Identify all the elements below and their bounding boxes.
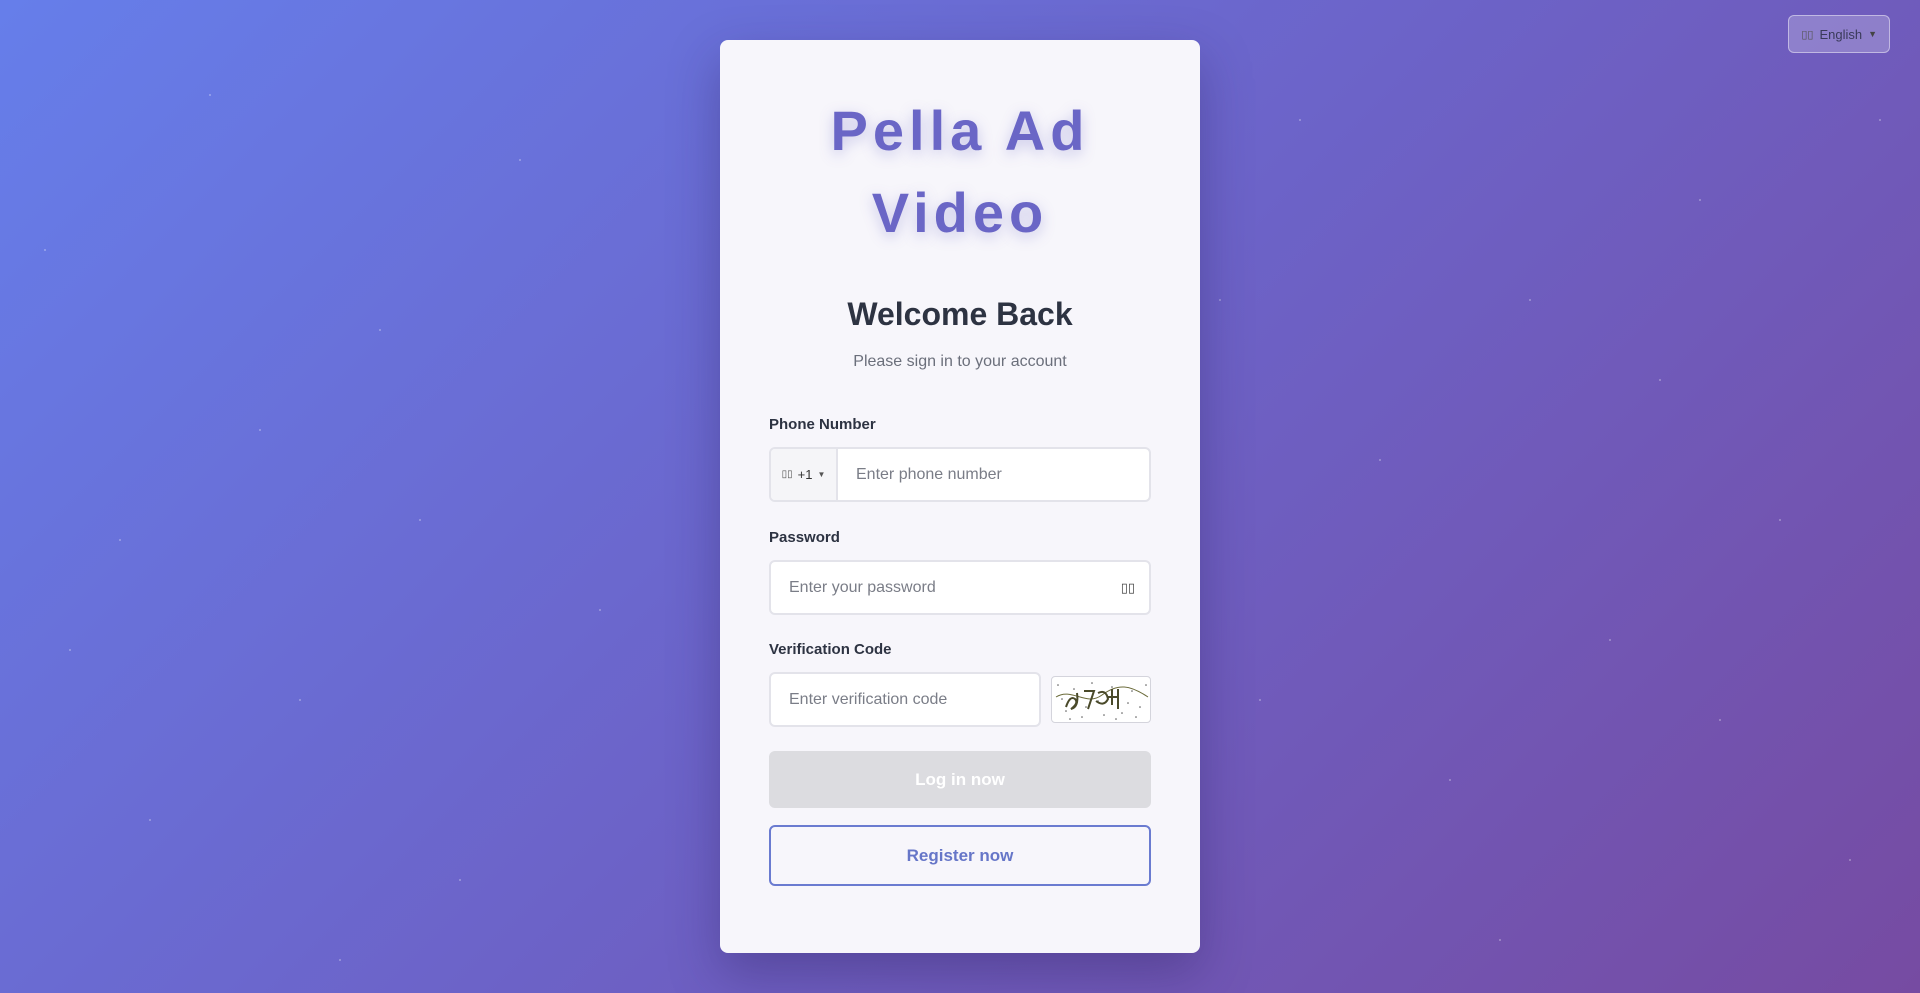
phone-group: Phone Number ▯▯ +1 ▼: [769, 416, 1151, 502]
password-field: ▯▯: [769, 560, 1151, 615]
login-button[interactable]: Log in now: [769, 751, 1151, 808]
country-code-selector[interactable]: ▯▯ +1 ▼: [771, 449, 838, 500]
brand-title-line2: Video: [871, 181, 1049, 244]
verification-row: [769, 672, 1151, 727]
captcha-image[interactable]: [1051, 676, 1151, 723]
page-subtitle: Please sign in to your account: [853, 353, 1067, 370]
phone-input[interactable]: [838, 449, 1149, 500]
brand-title: Pella Ad Video: [769, 90, 1151, 254]
password-group: Password ▯▯: [769, 529, 1151, 615]
password-label: Password: [769, 529, 840, 546]
brand-title-line1: Pella Ad: [830, 99, 1090, 162]
phone-field: ▯▯ +1 ▼: [769, 447, 1151, 502]
password-input[interactable]: [771, 562, 1149, 613]
language-selector[interactable]: ▯▯ English ▼: [1788, 15, 1890, 53]
page-title: Welcome Back: [847, 296, 1073, 332]
language-label: English: [1819, 26, 1863, 42]
verification-field: [769, 672, 1041, 727]
login-card: Pella Ad Video Welcome Back Please sign …: [720, 40, 1200, 953]
flag-icon: ▯▯: [1801, 28, 1814, 41]
eye-icon[interactable]: ▯▯: [1121, 580, 1135, 596]
flag-icon: ▯▯: [781, 469, 793, 480]
country-code: +1: [797, 467, 813, 482]
phone-label: Phone Number: [769, 416, 876, 433]
verification-input[interactable]: [771, 674, 1039, 725]
verification-group: Verification Code: [769, 641, 1151, 727]
chevron-down-icon: ▼: [1868, 29, 1877, 39]
register-button[interactable]: Register now: [769, 825, 1151, 886]
verification-label: Verification Code: [769, 641, 892, 658]
chevron-down-icon: ▼: [817, 470, 826, 479]
